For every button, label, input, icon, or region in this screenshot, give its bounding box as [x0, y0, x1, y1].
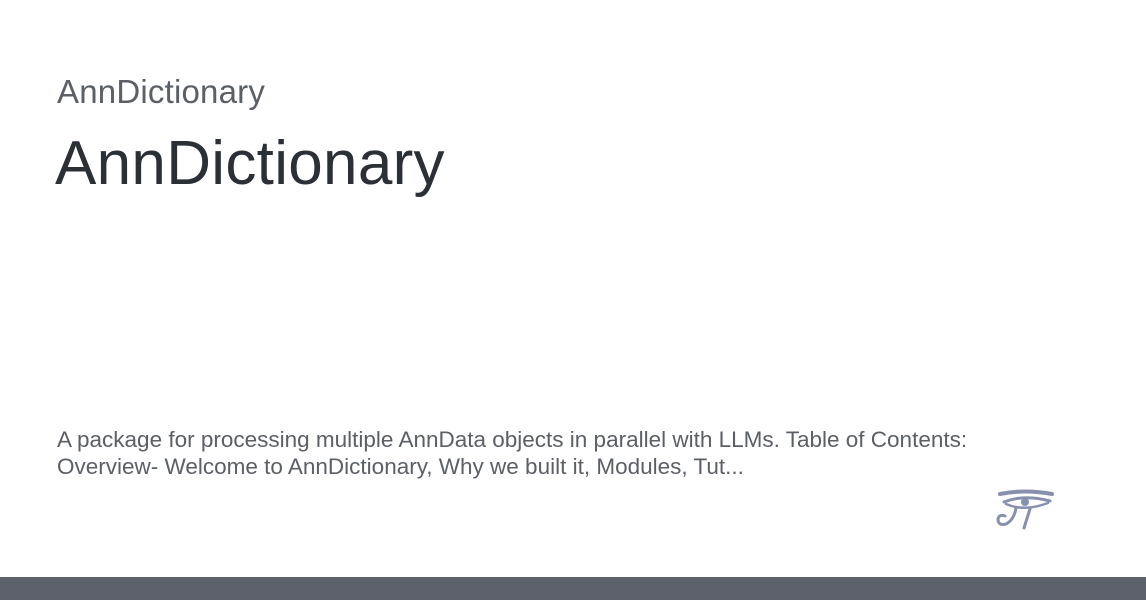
site-name: AnnDictionary — [57, 73, 266, 110]
link-preview-card: AnnDictionary AnnDictionary A package fo… — [0, 0, 1146, 577]
eye-of-horus-icon — [996, 489, 1054, 530]
footer-bar — [0, 577, 1146, 600]
page-title: AnnDictionary — [55, 129, 445, 198]
page-description: A package for processing multiple AnnDat… — [57, 427, 968, 479]
